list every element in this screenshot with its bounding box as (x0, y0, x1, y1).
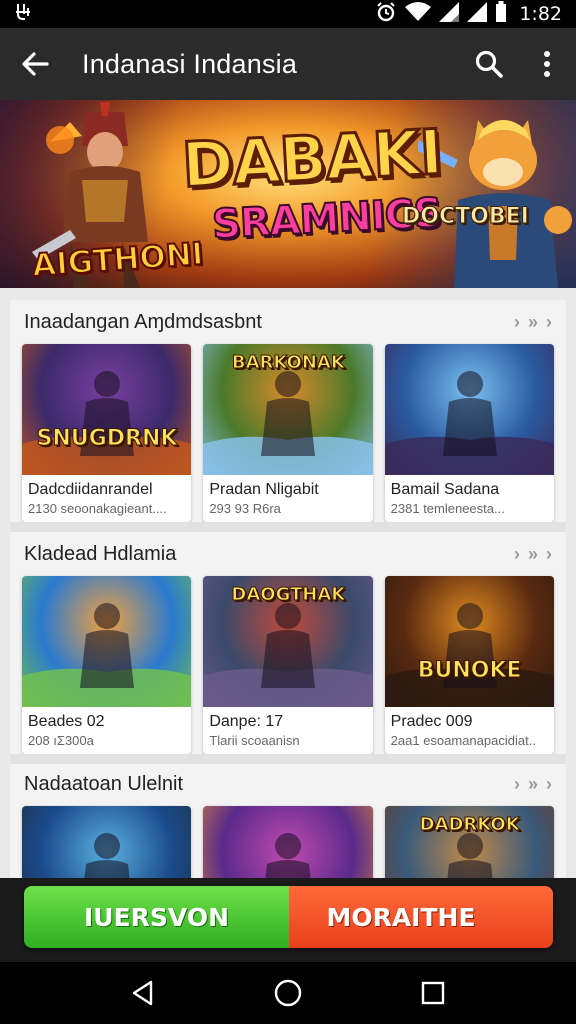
thumbnail-art-text: DAOGTHAK (231, 584, 346, 606)
section-title: Inaadangan Aɱdmdsasbnt (24, 310, 262, 333)
double-chevron-icon: » (527, 311, 538, 332)
game-subtitle: 2aa1 esoamanapacidiat.. (390, 733, 536, 748)
game-thumbnail (384, 344, 554, 475)
thumbnail-illustration (84, 833, 130, 880)
cta-left-button[interactable]: IUERSVON (24, 886, 289, 948)
game-subtitle: 293 93 R6ra (209, 501, 281, 516)
chevron-right-icon: › (546, 773, 552, 794)
content-panel: Inaadangan Aɱdmdsasbnt › » › SNUGDRNK Da… (10, 300, 566, 880)
triangle-back-icon (132, 980, 152, 1006)
thumbnail-art-text: BUNOKE (417, 658, 522, 684)
game-card[interactable]: Beades 02 208 ıΣ300a (22, 576, 192, 754)
banner-right-label: DOCTOBEI (402, 204, 530, 230)
status-time: 1:82 (519, 3, 562, 25)
signal-icon (439, 1, 460, 27)
thumbnail-illustration (384, 371, 554, 475)
game-subtitle: 208 ıΣ300a (28, 733, 94, 748)
game-subtitle: 2130 seoonakagieant.... (28, 501, 167, 516)
wifi-icon (405, 1, 432, 27)
app-bar: Indanasi Indansia (0, 28, 576, 100)
game-card[interactable]: Bamail Sadana 2381 temleneesta... (384, 344, 554, 522)
nav-home-button[interactable] (258, 962, 318, 1024)
game-subtitle: 2381 temleneesta... (390, 501, 505, 516)
thumbnail-illustration (22, 603, 192, 707)
battery-icon (495, 0, 507, 28)
game-title: Dadcdiidanrandel (28, 481, 153, 498)
game-title: Beades 02 (28, 713, 105, 730)
thumbnail-illustration (384, 603, 554, 707)
signal-icon-2 (467, 1, 488, 27)
section-header: Inaadangan Aɱdmdsasbnt › » › (10, 300, 566, 344)
game-title: Bamail Sadana (390, 481, 500, 498)
game-thumbnail: SNUGDRNK (22, 344, 192, 475)
chevron-right-icon: › (546, 311, 552, 332)
double-chevron-icon: » (527, 543, 538, 564)
alarm-icon (375, 1, 397, 28)
game-card[interactable]: DAOGTHAK Danpe: 17 Tlarii scoaanisn (203, 576, 373, 754)
game-title: Pradan Nligabit (209, 481, 319, 498)
promo-banner[interactable]: DABAKI SRAMNICS AIGTHONI DOCTOBEI (0, 100, 576, 288)
game-card[interactable] (22, 806, 192, 880)
system-nav-bar (0, 962, 576, 1024)
app-screen: 1:82 Indanasi Indansia DABAKI SRAMNICS A… (0, 0, 576, 1024)
see-more-button[interactable]: › » › (514, 774, 552, 795)
game-card[interactable] (203, 806, 373, 880)
chevron-right-icon: › (513, 773, 520, 794)
cta-right-button[interactable]: MORAITHE (289, 886, 553, 948)
game-card[interactable]: BUNOKE Pradec 009 2aa1 esoamanapacidiat.… (384, 576, 554, 754)
section-title: Kladead Hdlamia (24, 542, 177, 565)
section-header: Nadaatoan Ulelnit › » › (10, 762, 566, 806)
nav-recents-button[interactable] (403, 962, 463, 1024)
section-1: Inaadangan Aɱdmdsasbnt › » › SNUGDRNK Da… (10, 300, 566, 522)
page-title: Indanasi Indansia (82, 48, 298, 79)
game-thumbnail (22, 576, 192, 707)
cta-banner[interactable]: IUERSVON MORAITHE (24, 886, 553, 948)
game-thumbnail: BARKONAK (203, 344, 373, 475)
overflow-menu-button[interactable] (518, 28, 576, 100)
banner-title: DABAKI (179, 114, 445, 203)
nav-back-button[interactable] (113, 962, 173, 1024)
game-thumbnail: DADRKOK (384, 806, 554, 880)
section-3: Nadaatoan Ulelnit › » › DADRKOK (10, 762, 566, 880)
thumbnail-illustration (22, 371, 192, 475)
game-thumbnail (22, 806, 192, 880)
thumbnail-art-text: SNUGDRNK (36, 426, 178, 452)
double-chevron-icon: » (527, 773, 538, 794)
chevron-right-icon: › (546, 543, 552, 564)
thumbnail-art-text: BARKONAK (231, 352, 345, 374)
game-thumbnail (203, 806, 373, 880)
back-button[interactable] (0, 28, 70, 100)
thumbnail-illustration (265, 833, 312, 880)
game-title: Pradec 009 (390, 713, 473, 730)
section-header: Kladead Hdlamia › » › (10, 532, 566, 576)
square-recents-icon (422, 981, 445, 1005)
status-bar: 1:82 (0, 0, 576, 28)
game-thumbnail: BUNOKE (384, 576, 554, 707)
fox-illustration (418, 120, 572, 288)
game-card[interactable]: DADRKOK (384, 806, 554, 880)
search-button[interactable] (460, 28, 518, 100)
section-title: Nadaatoan Ulelnit (24, 772, 183, 795)
chevron-right-icon: › (513, 311, 520, 332)
see-more-button[interactable]: › » › (514, 312, 552, 333)
section-divider (10, 522, 566, 532)
thumbnail-art-text: DADRKOK (419, 814, 520, 836)
game-thumbnail: DAOGTHAK (203, 576, 373, 707)
chevron-right-icon: › (513, 543, 520, 564)
game-title: Danpe: 17 (209, 713, 284, 730)
circle-home-icon (274, 979, 302, 1007)
section-2: Kladead Hdlamia › » › Beades 02 208 ıΣ30… (10, 532, 566, 754)
notification-icon (14, 2, 375, 27)
search-icon (475, 50, 503, 78)
arrow-left-icon (22, 52, 49, 76)
game-card[interactable]: SNUGDRNK Dadcdiidanrandel 2130 seoonakag… (22, 344, 192, 522)
game-subtitle: Tlarii scoaanisn (209, 733, 300, 748)
see-more-button[interactable]: › » › (514, 544, 552, 565)
more-vert-icon (544, 51, 550, 77)
game-card[interactable]: BARKONAK Pradan Nligabit 293 93 R6ra (203, 344, 373, 522)
